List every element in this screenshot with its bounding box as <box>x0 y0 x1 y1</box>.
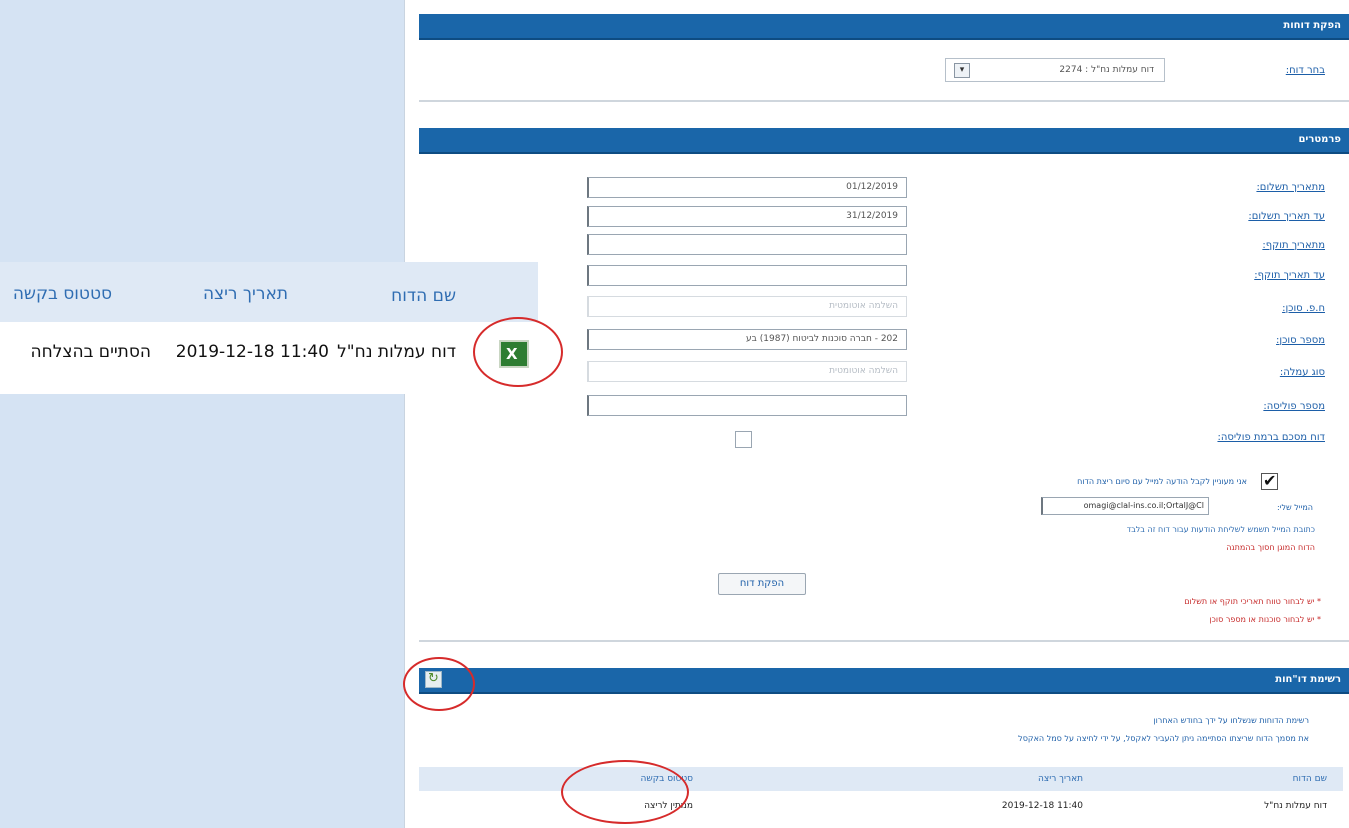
row-run-date: 11:40 2019-12-18 <box>1001 801 1083 811</box>
section-divider <box>419 100 1349 102</box>
reports-section-title: רשימת דו"חות <box>1275 674 1341 685</box>
commission-type-label: סוג עמלה: <box>1279 367 1325 378</box>
email-warning: הדוח המוגן חסוך בהמתנה <box>1226 543 1315 552</box>
params-section-bar: פרמטרים <box>419 128 1349 154</box>
policy-summary-checkbox[interactable] <box>735 431 752 448</box>
from-payment-date-input[interactable]: 01/12/2019 <box>587 177 907 198</box>
to-validity-date-input[interactable] <box>587 265 907 286</box>
annotation-oval-excel <box>473 317 563 387</box>
from-validity-date-input[interactable] <box>587 234 907 255</box>
email-input[interactable]: omagi@clal-ins.co.il;OrtalJ@Cl <box>1041 497 1209 515</box>
agent-id-input[interactable]: השלמה אוטומטית <box>587 296 907 317</box>
reports-table-header: שם הדוח תאריך ריצה סטטוס בקשה <box>419 767 1343 791</box>
commission-type-input[interactable]: השלמה אוטומטית <box>587 361 907 382</box>
agent-number-label: מספר סוכן: <box>1276 335 1325 346</box>
select-report-label: בחר דוח: <box>1285 65 1325 76</box>
email-label: המייל שלי: <box>1276 503 1313 512</box>
to-payment-date-label: עד תאריך תשלום: <box>1248 211 1325 222</box>
email-consent-label: אני מעוניין לקבל הודעה למייל עם סיום ריצ… <box>1077 477 1247 486</box>
section-divider <box>419 640 1349 642</box>
zoomed-table: שם הדוח תאריך ריצה סטטוס בקשה דוח עמלות … <box>0 262 578 394</box>
zoomed-row-request-status: הסתיים בהצלחה <box>30 342 152 362</box>
from-validity-date-label: מתאריך תוקף: <box>1262 240 1325 251</box>
report-section-bar: הפקת דוחות <box>419 14 1349 40</box>
validation-note-agent: * יש לבחור סוכנות או מספר סוכן <box>1209 615 1322 624</box>
checkmark-icon: ✔ <box>1263 471 1277 490</box>
annotation-oval-refresh <box>403 657 475 711</box>
reports-section-bar: רשימת דו"חות <box>419 668 1349 694</box>
zoomed-col-request-status: סטטוס בקשה <box>12 284 112 304</box>
email-note: כתובת המייל תשמש לשליחת הודעות עבור דוח … <box>1126 525 1315 534</box>
policy-number-input[interactable] <box>587 395 907 416</box>
zoomed-table-header: שם הדוח תאריך ריצה סטטוס בקשה <box>0 262 538 322</box>
table-row: דוח עמלות נח"ל 11:40 2019-12-18 ממתין לר… <box>419 793 1343 819</box>
annotation-oval-status <box>561 760 689 824</box>
policy-number-label: מספר פוליסה: <box>1263 401 1325 412</box>
report-section-title: הפקת דוחות <box>1283 20 1341 31</box>
validation-note-dates: * יש לבחור טווח תאריכי תוקף או תשלום <box>1184 597 1321 606</box>
produce-report-button[interactable]: הפקת דוח <box>718 573 806 595</box>
report-select[interactable]: דוח עמלות נח"ל : 2274 ▾ <box>945 58 1165 82</box>
report-panel: הפקת דוחות בחר דוח: דוח עמלות נח"ל : 227… <box>403 0 1349 828</box>
reports-description-2: את מסמך הדוח שריצתו הסתיימה ניתן להעביר … <box>1018 734 1309 743</box>
reports-description-1: רשימת הדוחות שנשלחו על ידך בחודש האחרון <box>1153 716 1309 725</box>
email-consent-checkbox[interactable]: ✔ <box>1261 471 1278 490</box>
agent-id-label: ח.פ. סוכן: <box>1282 303 1325 314</box>
policy-summary-label: דוח מסכם ברמת פוליסה: <box>1217 432 1325 443</box>
zoomed-row-run-date: 11:40 2019-12-18 <box>175 342 329 362</box>
row-report-name[interactable]: דוח עמלות נח"ל <box>1264 801 1327 811</box>
to-payment-date-input[interactable]: 31/12/2019 <box>587 206 907 227</box>
zoomed-col-run-date: תאריך ריצה <box>202 284 288 304</box>
col-run-date: תאריך ריצה <box>1037 774 1083 784</box>
to-validity-date-label: עד תאריך תוקף: <box>1254 270 1325 281</box>
chevron-down-icon[interactable]: ▾ <box>954 63 970 78</box>
zoomed-col-report-name: שם הדוח <box>391 286 456 306</box>
agent-number-input[interactable]: 202 - חברה סוכנות לביטוח (1987) בע <box>587 329 907 350</box>
report-select-value: דוח עמלות נח"ל : 2274 <box>1059 65 1154 75</box>
col-report-name: שם הדוח <box>1292 774 1327 784</box>
params-section-title: פרמטרים <box>1298 134 1341 145</box>
from-payment-date-label: מתאריך תשלום: <box>1256 182 1325 193</box>
zoomed-row-report-name: דוח עמלות נח"ל <box>337 342 456 362</box>
